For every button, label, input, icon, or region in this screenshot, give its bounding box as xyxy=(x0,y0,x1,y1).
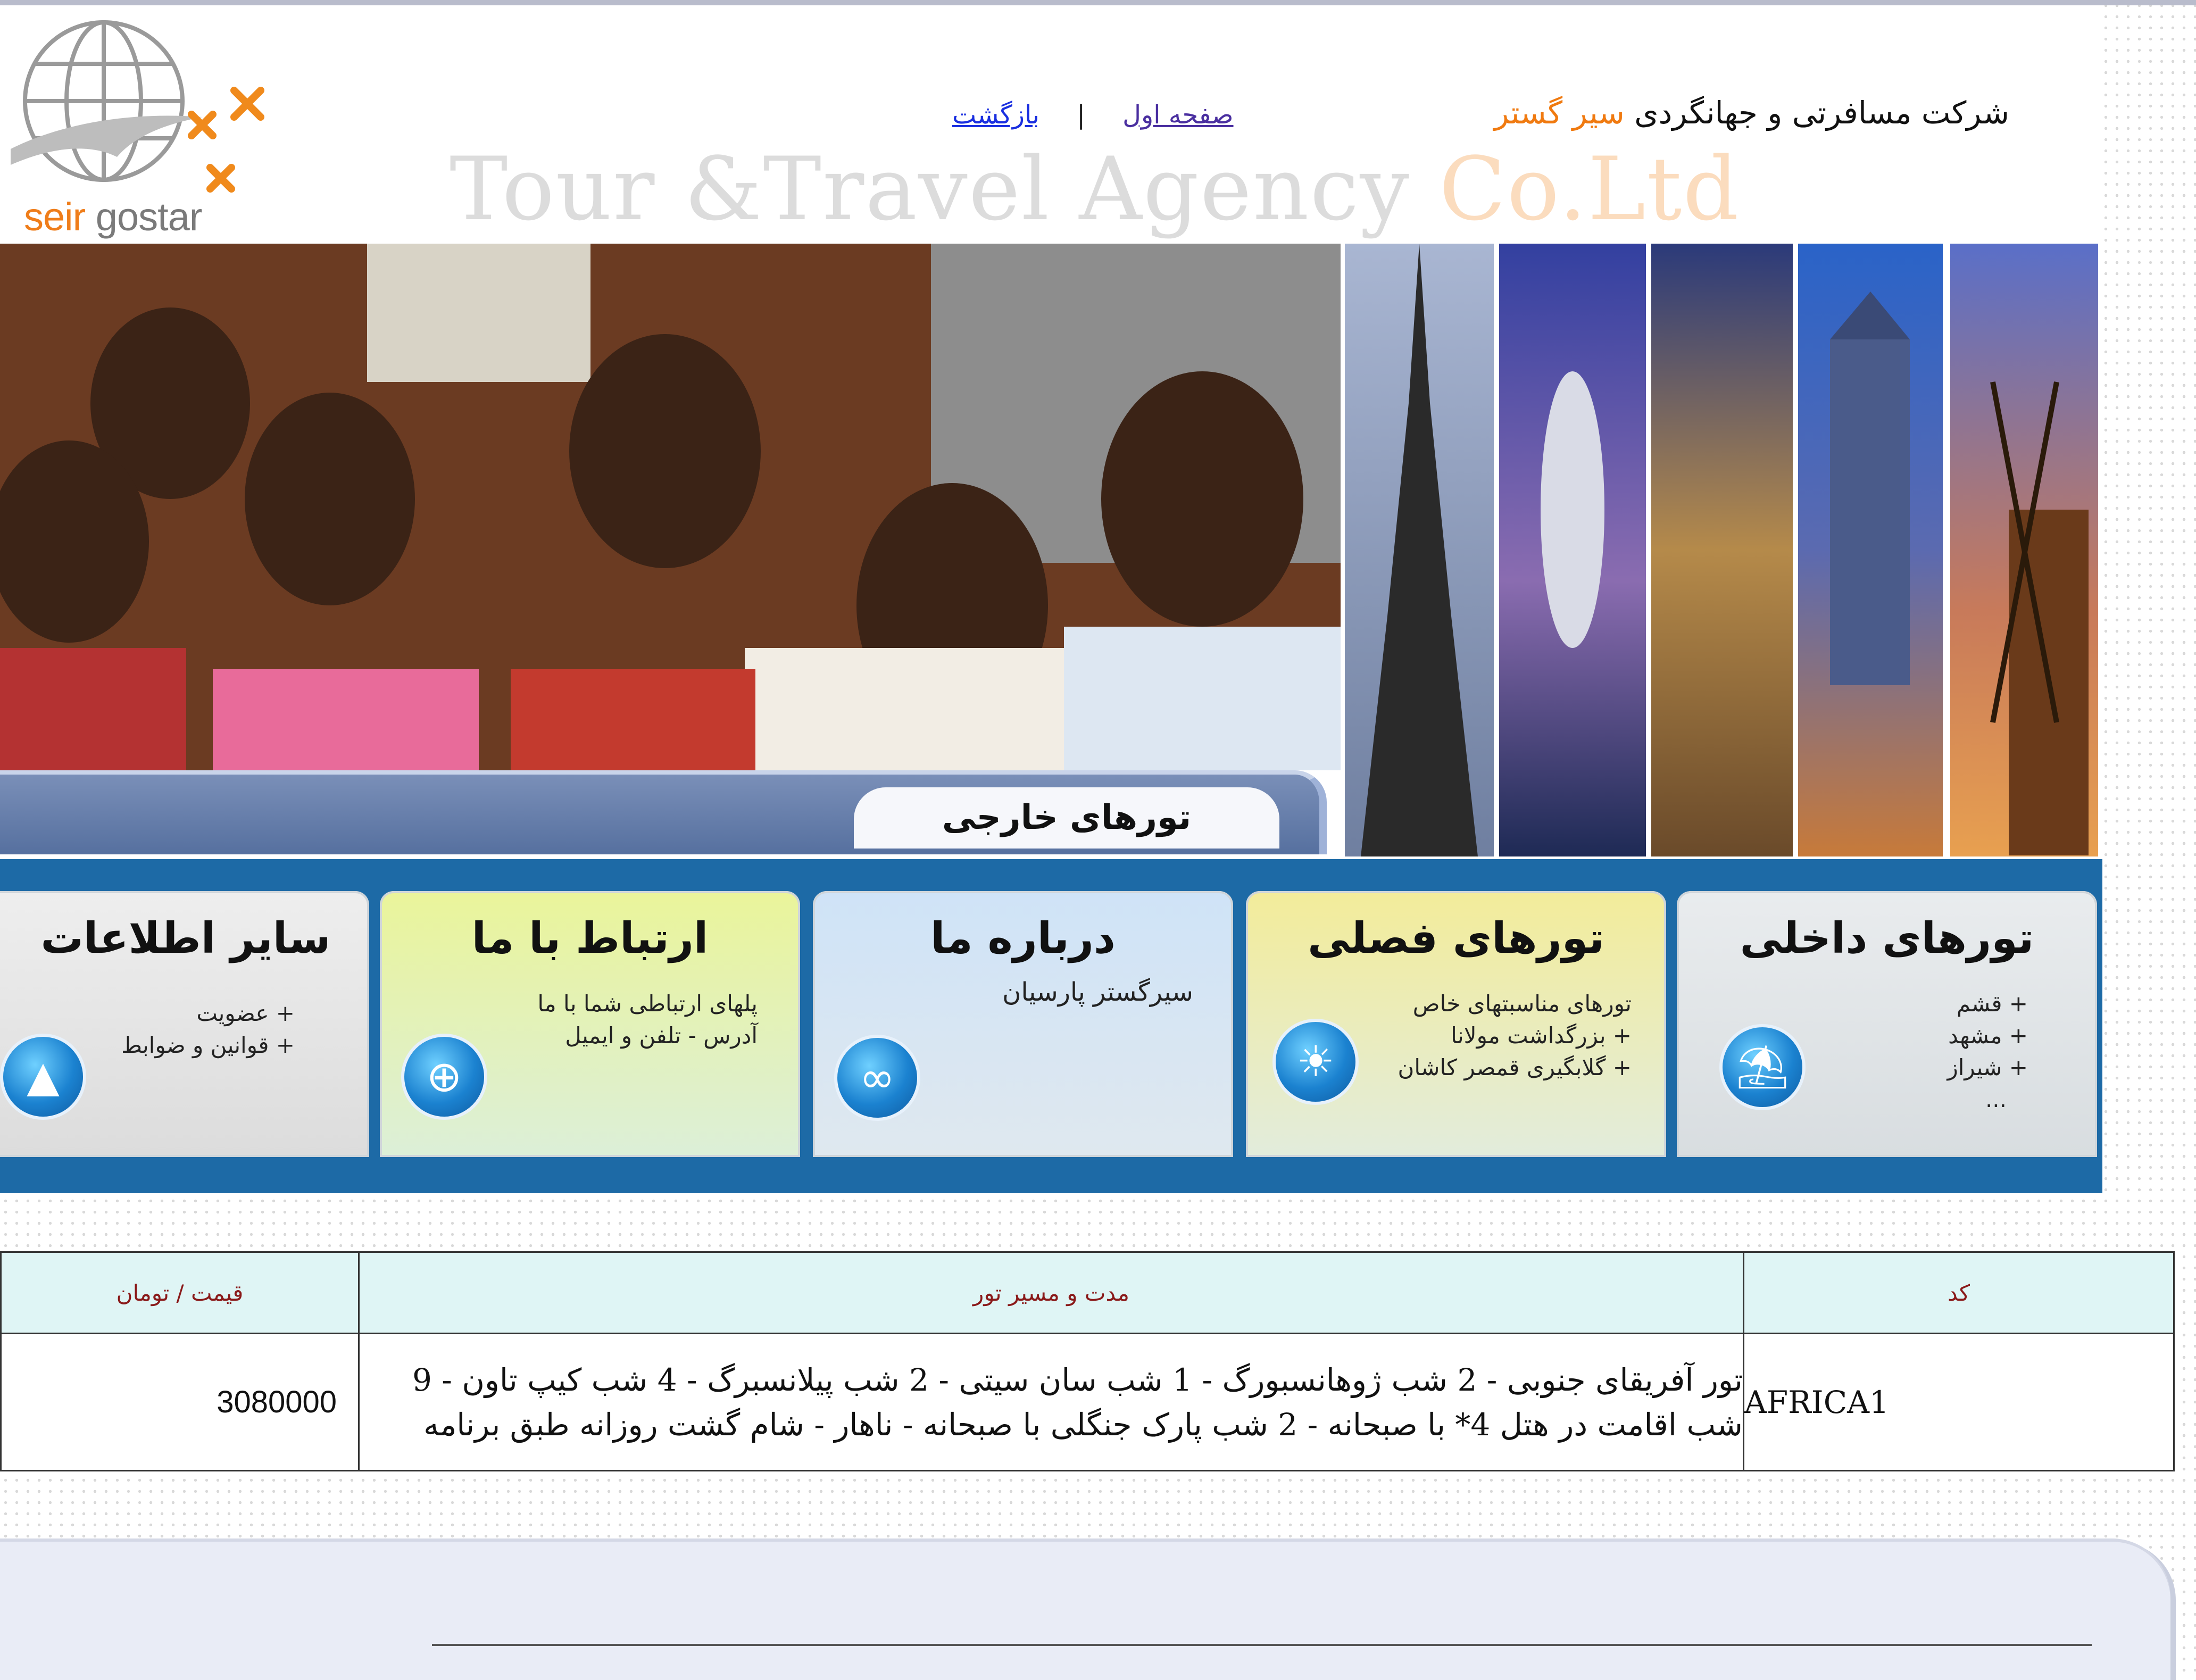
category-line: آدرس - تلفن و ایمیل xyxy=(565,1022,758,1049)
nav-separator: | xyxy=(1076,100,1086,130)
tower-bridge-photo xyxy=(1798,244,1943,856)
category-about-us[interactable]: درباره ما سیرگستر پارسیان ∞ xyxy=(813,891,1233,1157)
footer-divider xyxy=(432,1644,2092,1646)
company-name: شرکت مسافرتی و جهانگردی سیر گستر xyxy=(1494,95,2009,131)
tour-code[interactable]: AFRICA1 xyxy=(1743,1333,2175,1471)
category-line[interactable]: + بزرگداشت مولانا xyxy=(1398,1020,1632,1052)
logo-text: seir gostar xyxy=(24,194,202,239)
glasses-icon: ∞ xyxy=(834,1035,920,1121)
category-lines: + قشم + مشهد + شیراز ... xyxy=(1947,988,2028,1116)
eiffel-tower-photo xyxy=(1345,244,1494,856)
table-row: 3080000 تور آفریقای جنوبی - 2 شب ژوهانسب… xyxy=(0,1333,2175,1471)
category-line[interactable]: + گلابگیری قمصر کاشان xyxy=(1398,1052,1632,1084)
banner: تورهای خارجی xyxy=(0,244,2102,856)
category-other-info[interactable]: سایر اطلاعات + عضویت + قوانین و ضوابط ▲ xyxy=(0,891,369,1157)
tour-price: 3080000 xyxy=(0,1333,360,1471)
category-line[interactable]: + عضویت xyxy=(121,997,295,1029)
slogan-main: Tour &Travel Agency xyxy=(450,138,1410,240)
category-title: ارتباط با ما xyxy=(471,913,709,963)
logo-gostar: gostar xyxy=(85,195,203,239)
palm-tree-icon: ⛱ xyxy=(1719,1024,1806,1110)
category-contact-us[interactable]: ارتباط با ما پلهای ارتباطی شما با ما آدر… xyxy=(380,891,800,1157)
description-header: مدت و مسیر تور xyxy=(358,1251,1744,1334)
category-title: تورهای داخلی xyxy=(1740,913,2034,963)
category-title: درباره ما xyxy=(930,913,1116,963)
logo-seir: seir xyxy=(24,195,86,239)
logo[interactable]: seir gostar xyxy=(0,11,277,245)
company-prefix: شرکت مسافرتی و جهانگردی xyxy=(1634,95,2009,131)
tours-table: قیمت / تومان مدت و مسیر تور کد 3080000 ت… xyxy=(0,1251,2175,1471)
price-header: قیمت / تومان xyxy=(0,1251,360,1334)
slogan: Tour &Travel Agency Co.Ltd xyxy=(450,138,1740,240)
slogan-accent: Co.Ltd xyxy=(1439,138,1740,240)
home-link[interactable]: صفحه اول xyxy=(1122,100,1233,130)
category-title: سایر اطلاعات xyxy=(40,913,331,963)
children-photo xyxy=(0,244,1341,770)
category-lines: سیرگستر پارسیان xyxy=(1002,976,1193,1008)
company-brand: سیر گستر xyxy=(1494,95,1625,131)
category-line[interactable]: + شیراز xyxy=(1947,1052,2028,1084)
sun-icon: ☀ xyxy=(1272,1019,1359,1105)
top-border xyxy=(0,0,2196,5)
category-lines: + عضویت + قوانین و ضوابط xyxy=(121,997,295,1061)
code-header: کد xyxy=(1743,1251,2175,1334)
tower-photo xyxy=(1499,244,1646,856)
back-link[interactable]: بازگشت xyxy=(952,100,1039,130)
page-header: seir gostar صفحه اول | بازگشت شرکت مسافرتی… xyxy=(0,5,2102,244)
tab-foreign-tours[interactable]: تورهای خارجی xyxy=(854,787,1279,849)
tour-description: تور آفریقای جنوبی - 2 شب ژوهانسبورگ - 1 … xyxy=(358,1333,1744,1471)
category-domestic-tours[interactable]: تورهای داخلی + قشم + مشهد + شیراز ... ⛱ xyxy=(1677,891,2097,1157)
category-bar: تورهای داخلی + قشم + مشهد + شیراز ... ⛱ … xyxy=(0,859,2102,1193)
category-seasonal-tours[interactable]: تورهای فصلی تورهای مناسبتهای خاص + بزرگد… xyxy=(1246,891,1666,1157)
tent-icon: ▲ xyxy=(0,1034,86,1120)
category-line: پلهای ارتباطی شما با ما xyxy=(537,991,758,1017)
table-header-row: قیمت / تومان مدت و مسیر تور کد xyxy=(0,1251,2175,1334)
header-nav: صفحه اول | بازگشت xyxy=(952,100,1234,130)
globe-icon: ⊕ xyxy=(401,1034,487,1120)
city-night-photo xyxy=(1651,244,1793,856)
footer-panel xyxy=(0,1542,2170,1680)
windmill-photo xyxy=(1950,244,2098,856)
category-line[interactable]: + قوانین و ضوابط xyxy=(121,1029,295,1061)
category-line: سیرگستر پارسیان xyxy=(1002,977,1193,1007)
category-lines: پلهای ارتباطی شما با ما آدرس - تلفن و ای… xyxy=(537,988,758,1052)
category-line[interactable]: + مشهد xyxy=(1947,1020,2028,1052)
category-line: ... xyxy=(1985,1086,2007,1112)
category-lines: تورهای مناسبتهای خاص + بزرگداشت مولانا +… xyxy=(1398,988,1632,1084)
category-title: تورهای فصلی xyxy=(1308,913,1604,963)
category-line[interactable]: + قشم xyxy=(1947,988,2028,1020)
category-line: تورهای مناسبتهای خاص xyxy=(1412,991,1632,1017)
